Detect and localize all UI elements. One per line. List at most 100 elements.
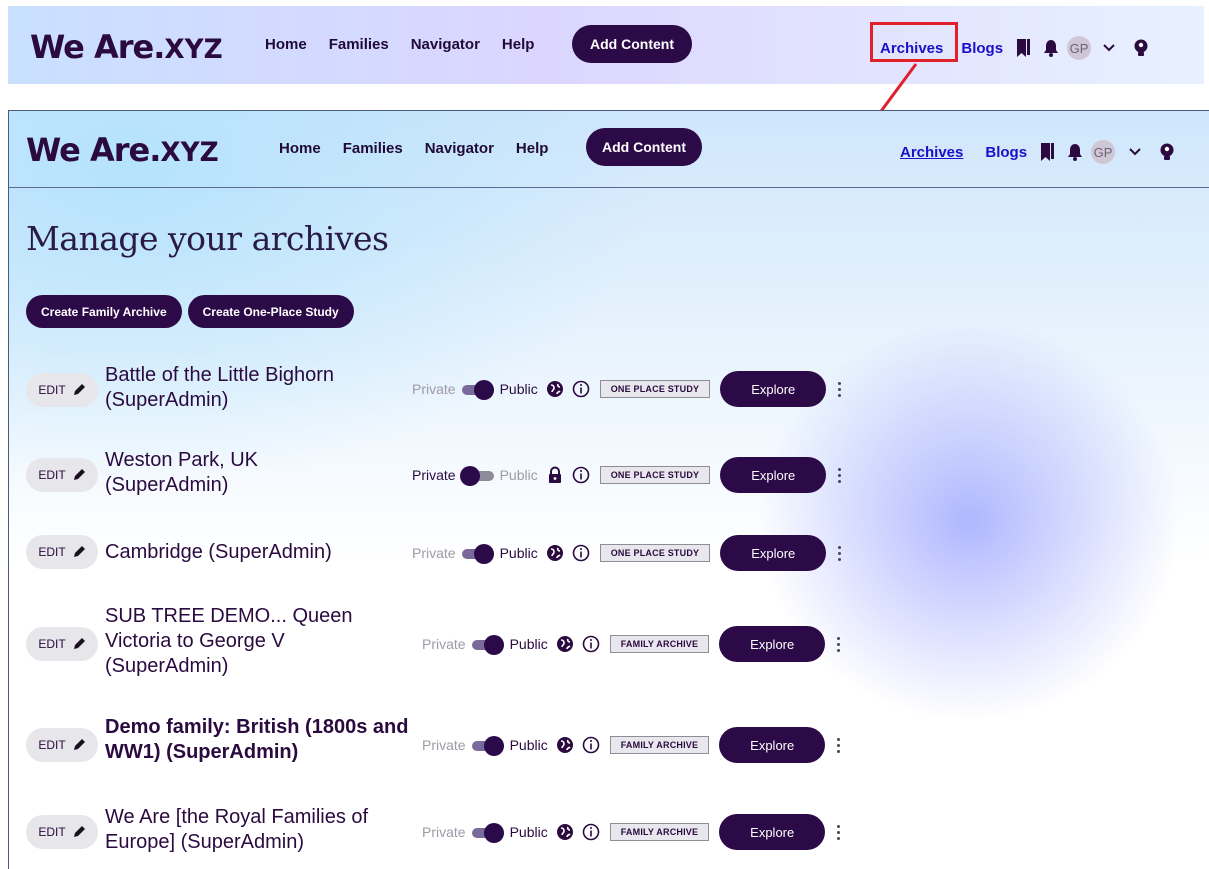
globe-icon bbox=[556, 737, 573, 753]
archives-page-panel: We Are.XYZ Home Families Navigator Help … bbox=[8, 110, 1209, 869]
right-nav: Archives Blogs GP bbox=[900, 140, 1175, 164]
archive-type-badge: ONE PLACE STUDY bbox=[599, 380, 711, 398]
lightbulb-icon[interactable] bbox=[1133, 39, 1149, 57]
add-content-button[interactable]: Add Content bbox=[572, 25, 692, 63]
create-buttons: Create Family Archive Create One-Place S… bbox=[26, 295, 354, 328]
visibility-toggle[interactable] bbox=[470, 635, 506, 655]
public-label: Public bbox=[509, 636, 548, 652]
avatar[interactable]: GP bbox=[1091, 140, 1116, 164]
edit-button[interactable]: EDIT bbox=[26, 373, 98, 407]
visibility-toggle[interactable] bbox=[460, 380, 496, 400]
avatar[interactable]: GP bbox=[1067, 36, 1092, 60]
blogs-link[interactable]: Blogs bbox=[961, 40, 1003, 57]
explore-button[interactable]: Explore bbox=[719, 814, 826, 850]
pencil-icon bbox=[73, 384, 85, 395]
site-logo[interactable]: We Are.XYZ bbox=[26, 131, 219, 169]
explore-button[interactable]: Explore bbox=[720, 457, 827, 493]
public-label: Public bbox=[499, 545, 538, 561]
pencil-icon bbox=[73, 469, 85, 480]
site-logo[interactable]: We Are.XYZ bbox=[30, 28, 223, 66]
private-label: Private bbox=[412, 467, 456, 483]
archive-title[interactable]: Demo family: British (1800s and WW1) (Su… bbox=[105, 715, 415, 765]
private-label: Private bbox=[422, 636, 466, 652]
kebab-menu-icon[interactable] bbox=[837, 824, 841, 840]
lightbulb-icon[interactable] bbox=[1159, 143, 1175, 161]
explore-button[interactable]: Explore bbox=[720, 535, 827, 571]
kebab-menu-icon[interactable] bbox=[838, 545, 842, 561]
explore-button[interactable]: Explore bbox=[720, 371, 827, 407]
pencil-icon bbox=[73, 739, 85, 750]
archive-title[interactable]: SUB TREE DEMO... Queen Victoria to Georg… bbox=[105, 604, 385, 679]
chevron-down-icon[interactable] bbox=[1103, 44, 1115, 52]
nav-navigator[interactable]: Navigator bbox=[411, 36, 480, 53]
nav-help[interactable]: Help bbox=[502, 36, 535, 53]
nav-families[interactable]: Families bbox=[329, 36, 389, 53]
add-content-button[interactable]: Add Content bbox=[586, 128, 702, 166]
main-nav: Home Families Navigator Help bbox=[265, 36, 556, 53]
create-family-archive-button[interactable]: Create Family Archive bbox=[26, 295, 182, 328]
zoomed-header-strip: We Are.XYZ Home Families Navigator Help … bbox=[8, 6, 1204, 84]
bookmark-icon[interactable] bbox=[1039, 142, 1057, 162]
archive-title[interactable]: Weston Park, UK (SuperAdmin) bbox=[105, 448, 305, 498]
nav-home[interactable]: Home bbox=[265, 36, 307, 53]
create-one-place-study-button[interactable]: Create One-Place Study bbox=[187, 295, 354, 328]
nav-home[interactable]: Home bbox=[279, 140, 321, 157]
archive-title[interactable]: We Are [the Royal Families of Europe] (S… bbox=[105, 805, 415, 855]
edit-button[interactable]: EDIT bbox=[26, 728, 98, 762]
kebab-menu-icon[interactable] bbox=[838, 467, 842, 483]
visibility-toggle[interactable] bbox=[459, 466, 496, 486]
info-icon[interactable] bbox=[572, 544, 590, 562]
blogs-link[interactable]: Blogs bbox=[985, 144, 1027, 161]
edit-button[interactable]: EDIT bbox=[26, 458, 98, 492]
nav-navigator[interactable]: Navigator bbox=[425, 140, 494, 157]
private-label: Private bbox=[422, 737, 466, 753]
public-label: Public bbox=[499, 467, 538, 483]
info-icon[interactable] bbox=[572, 380, 590, 398]
pencil-icon bbox=[73, 546, 85, 557]
pencil-icon bbox=[73, 638, 85, 649]
visibility-toggle[interactable] bbox=[470, 736, 506, 756]
archive-controls: Private Public ONE PLACE STUDY Explore bbox=[412, 457, 842, 493]
public-label: Public bbox=[499, 381, 538, 397]
kebab-menu-icon[interactable] bbox=[838, 381, 842, 397]
kebab-menu-icon[interactable] bbox=[837, 636, 841, 652]
archive-title[interactable]: Cambridge (SuperAdmin) bbox=[105, 540, 405, 565]
info-icon[interactable] bbox=[582, 635, 600, 653]
visibility-toggle[interactable] bbox=[460, 544, 496, 564]
info-icon[interactable] bbox=[582, 736, 600, 754]
public-label: Public bbox=[509, 824, 548, 840]
explore-button[interactable]: Explore bbox=[719, 727, 826, 763]
nav-families[interactable]: Families bbox=[343, 140, 403, 157]
archive-controls: Private Public FAMILY ARCHIVE Explore bbox=[422, 626, 841, 662]
globe-icon bbox=[546, 545, 563, 561]
info-icon[interactable] bbox=[582, 823, 600, 841]
archive-controls: Private Public FAMILY ARCHIVE Explore bbox=[422, 727, 841, 763]
archive-type-badge: ONE PLACE STUDY bbox=[599, 466, 711, 484]
archive-type-badge: FAMILY ARCHIVE bbox=[609, 635, 710, 653]
info-icon[interactable] bbox=[572, 466, 590, 484]
edit-button[interactable]: EDIT bbox=[26, 627, 98, 661]
private-label: Private bbox=[412, 545, 456, 561]
archives-link[interactable]: Archives bbox=[900, 144, 963, 161]
kebab-menu-icon[interactable] bbox=[837, 737, 841, 753]
archive-type-badge: FAMILY ARCHIVE bbox=[609, 736, 710, 754]
archive-controls: Private Public ONE PLACE STUDY Explore bbox=[412, 371, 842, 407]
bookmark-icon[interactable] bbox=[1015, 38, 1033, 58]
edit-button[interactable]: EDIT bbox=[26, 535, 98, 569]
bell-icon[interactable] bbox=[1043, 39, 1059, 57]
archive-title[interactable]: Battle of the Little Bighorn (SuperAdmin… bbox=[105, 363, 395, 413]
archive-type-badge: FAMILY ARCHIVE bbox=[609, 823, 710, 841]
bell-icon[interactable] bbox=[1067, 143, 1083, 161]
visibility-toggle[interactable] bbox=[470, 823, 506, 843]
chevron-down-icon[interactable] bbox=[1129, 148, 1141, 156]
lock-icon bbox=[548, 466, 561, 483]
explore-button[interactable]: Explore bbox=[719, 626, 826, 662]
archive-type-badge: ONE PLACE STUDY bbox=[599, 544, 711, 562]
page-title: Manage your archives bbox=[26, 219, 389, 258]
edit-button[interactable]: EDIT bbox=[26, 815, 98, 849]
main-nav: Home Families Navigator Help bbox=[279, 140, 570, 157]
site-header: We Are.XYZ Home Families Navigator Help … bbox=[9, 111, 1209, 188]
pencil-icon bbox=[73, 826, 85, 837]
nav-help[interactable]: Help bbox=[516, 140, 549, 157]
private-label: Private bbox=[422, 824, 466, 840]
